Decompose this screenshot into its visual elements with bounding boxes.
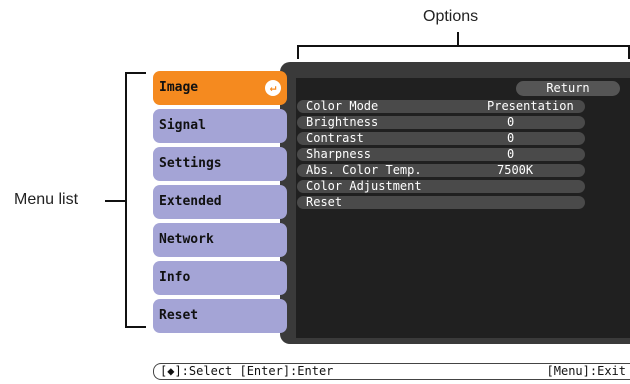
option-label: Brightness (306, 116, 379, 129)
option-label: Contrast (306, 132, 364, 145)
options-bracket-top (297, 45, 630, 47)
option-label: Reset (306, 196, 343, 209)
menu-item-image[interactable]: Image ↵ (153, 71, 287, 105)
enter-icon: ↵ (265, 80, 281, 96)
menu-item-settings[interactable]: Settings (153, 147, 287, 181)
option-value: 0 (507, 148, 515, 161)
option-value: Presentation (487, 100, 574, 113)
status-help-select-enter: [◆]:Select [Enter]:Enter (160, 364, 334, 378)
option-label: Abs. Color Temp. (306, 164, 422, 177)
options-bracket-stem (457, 32, 459, 46)
option-label: Sharpness (306, 148, 372, 161)
options-callout-label: Options (423, 8, 479, 25)
option-label: Color Mode (306, 100, 379, 113)
menu-item-label: Network (159, 232, 214, 247)
return-button[interactable]: Return (516, 81, 620, 96)
status-bar: [◆]:Select [Enter]:Enter [Menu]:Exit (153, 363, 630, 380)
menu-list-callout-label: Menu list (14, 191, 79, 208)
option-row-sharpness[interactable]: Sharpness 0 (297, 148, 585, 161)
menu-item-network[interactable]: Network (153, 223, 287, 257)
menu-bracket-top (125, 72, 146, 74)
option-row-brightness[interactable]: Brightness 0 (297, 116, 585, 129)
menu-item-reset[interactable]: Reset (153, 299, 287, 333)
menu-item-label: Image (159, 80, 199, 95)
menu-item-info[interactable]: Info (153, 261, 287, 295)
option-value: 7500K (497, 164, 534, 177)
option-row-contrast[interactable]: Contrast 0 (297, 132, 585, 145)
menu-bracket-bottom (125, 326, 146, 328)
menu-item-extended[interactable]: Extended (153, 185, 287, 219)
option-row-color-adjustment[interactable]: Color Adjustment (297, 180, 585, 193)
options-bracket-left (297, 45, 299, 59)
menu-item-label: Signal (159, 118, 206, 133)
option-row-reset[interactable]: Reset (297, 196, 585, 209)
menu-item-signal[interactable]: Signal (153, 109, 287, 143)
option-row-color-mode[interactable]: Color Mode Presentation (297, 100, 585, 113)
menu-item-label: Info (159, 270, 191, 285)
status-help-exit: [Menu]:Exit (546, 364, 626, 378)
menu-bracket-vertical (125, 72, 127, 328)
option-label: Color Adjustment (306, 180, 422, 193)
option-value: 0 (507, 132, 515, 145)
option-row-abs-color-temp[interactable]: Abs. Color Temp. 7500K (297, 164, 585, 177)
menu-item-label: Settings (159, 156, 222, 171)
menu-item-label: Reset (159, 308, 199, 323)
menu-bracket-stem (105, 200, 126, 202)
menu-item-label: Extended (159, 194, 222, 209)
option-value: 0 (507, 116, 515, 129)
